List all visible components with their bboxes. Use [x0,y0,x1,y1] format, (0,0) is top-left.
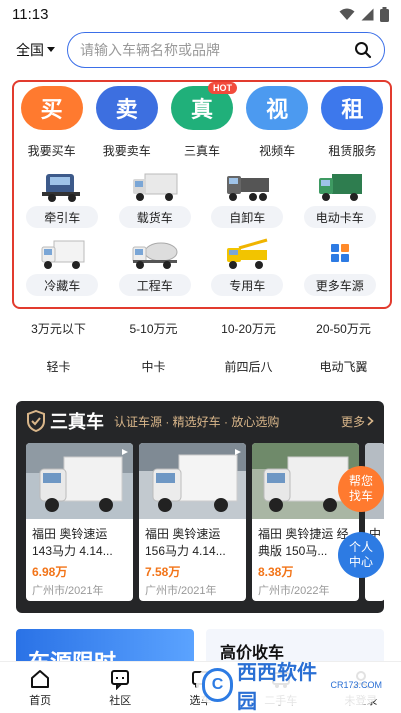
truck-type-label: 自卸车 [211,206,284,228]
truck-type-more[interactable]: 更多车源 [294,238,387,296]
tab-community[interactable]: 社区 [80,662,160,713]
tab-label: 首页 [29,694,52,707]
find-car-float-button[interactable]: 帮您找车 [338,466,384,512]
search-input[interactable] [80,42,354,58]
chevron-right-icon [367,416,374,426]
vehicle-meta: 广州市/2022年 [258,585,330,597]
entry-label: 视频车 [259,144,296,158]
hot-badge: HOT [207,82,237,94]
personal-center-label: 个人中心 [348,540,373,569]
truck-photo [26,443,133,519]
wifi-icon [339,8,355,20]
entry-label: 我要买车 [27,144,76,158]
status-bar: 11:13 [0,0,401,28]
watermark-text: 西西软件园 [237,662,318,713]
truck-type-label: 牵引车 [26,206,99,228]
truck-type-cargo[interactable]: 载货车 [109,170,202,228]
vehicle-card[interactable]: 福田 奥铃速运 156马力 4.14... 7.58万 广州市/2021年 [139,443,246,601]
more-label: 更多 [340,414,365,429]
sanzhen-header: 三真车 认证车源 · 精选好车 · 放心选购 更多 [16,401,384,441]
vehicle-title: 福田 奥铃速运 156马力 4.14... [145,527,226,558]
tab-home[interactable]: 首页 [0,662,80,713]
watermark-logo: C [202,668,234,702]
truck-type-special[interactable]: 专用车 [201,238,294,296]
vehicle-card[interactable]: 福田 奥铃速运 143马力 4.14... 6.98万 广州市/2021年 [26,443,133,601]
filter-chip[interactable]: 前四后八 [206,352,291,380]
entry-label: 三真车 [183,144,220,158]
truck-type-engineering[interactable]: 工程车 [109,238,202,296]
truck-type-grid: 牵引车 载货车 自卸车 电动卡车 冷藏车 工程车 专用车 更多车源 [16,170,386,296]
truck-type-label: 载货车 [118,206,191,228]
truck-type-dump[interactable]: 自卸车 [201,170,294,228]
filter-chip[interactable]: 电动飞翼 [301,352,386,380]
truck-photo [139,443,246,519]
search-bar[interactable] [67,32,385,68]
truck-type-tractor[interactable]: 牵引车 [16,170,109,228]
shield-check-icon [27,410,45,432]
truck-type-label: 工程车 [118,274,191,296]
truck-type-electric[interactable]: 电动卡车 [294,170,387,228]
sanzhen-subtitle: 认证车源 · 精选好车 · 放心选购 [114,414,280,429]
caret-down-icon [47,47,55,52]
filter-chip[interactable]: 中卡 [111,352,196,380]
city-selector[interactable]: 全国 [16,40,55,60]
battery-icon [380,6,389,22]
top-bar: 全国 [0,30,401,70]
filter-chip[interactable]: 20-50万元 [301,314,386,342]
main-entry-row: 买 我要买车 卖 我要卖车 真 HOT 三真车 视 视频车 租 租赁服务 [14,82,390,159]
filter-chip[interactable]: 5-10万元 [111,314,196,342]
find-car-label: 帮您找车 [348,474,373,503]
more-grid-icon [330,244,349,262]
truck-type-label: 专用车 [211,274,284,296]
electric-truck-icon [318,174,362,201]
truck-type-label: 冷藏车 [26,274,99,296]
engineering-truck-icon [132,242,178,269]
entry-buy-car[interactable]: 买 我要买车 [17,86,87,159]
refrigerated-truck-icon [41,240,85,269]
sanzhen-panel: 三真车 认证车源 · 精选好车 · 放心选购 更多 福田 奥铃速运 143马力 … [16,401,384,613]
truck-type-label: 更多车源 [303,274,376,296]
home-icon [31,669,50,688]
filter-chip[interactable]: 10-20万元 [206,314,291,342]
truck-type-label: 电动卡车 [303,206,376,228]
quick-filters: 3万元以下 5-10万元 10-20万元 20-50万元 轻卡 中卡 前四后八 … [16,314,386,380]
video-badge: 视 [246,86,309,130]
entry-sell-car[interactable]: 卖 我要卖车 [92,86,162,159]
buy-badge: 买 [20,86,83,130]
filter-chip[interactable]: 轻卡 [16,352,101,380]
watermark-subtext: CR173.COM [330,680,382,690]
vehicle-meta: 广州市/2021年 [145,585,217,597]
search-icon[interactable] [354,41,372,59]
filter-chip[interactable]: 3万元以下 [16,314,101,342]
personal-center-float-button[interactable]: 个人中心 [338,532,384,578]
sell-badge: 卖 [95,86,158,130]
vehicle-card[interactable]: 福田 奥铃捷运 经典版 150马... 8.38万 广州市/2022年 [252,443,359,601]
site-watermark: C 西西软件园 CR173.COM [196,662,382,713]
truck-type-refrigerated[interactable]: 冷藏车 [16,238,109,296]
tractor-truck-icon [42,174,81,202]
vehicle-price: 6.98万 [32,565,68,579]
sanzhen-badge: 真 HOT [170,82,237,130]
city-label: 全国 [16,42,44,58]
tab-label: 社区 [109,694,132,707]
cargo-truck-icon [132,173,178,201]
vehicle-meta: 广州市/2021年 [32,585,104,597]
rental-badge: 租 [321,86,384,130]
status-time: 11:13 [12,5,49,23]
entry-rental[interactable]: 租 租赁服务 [317,86,387,159]
special-vehicle-icon [227,238,268,269]
sanzhen-title: 三真车 [50,412,104,432]
sanzhen-card-list: 福田 奥铃速运 143马力 4.14... 6.98万 广州市/2021年 福田… [26,443,384,601]
chat-icon [111,669,130,690]
vehicle-price: 7.58万 [145,565,181,579]
signal-icon [361,8,374,20]
entry-sanzhen-car[interactable]: 真 HOT 三真车 [167,82,237,159]
dump-truck-icon [227,176,270,201]
entry-label: 租赁服务 [328,144,377,158]
entry-video-car[interactable]: 视 视频车 [242,86,312,159]
sanzhen-more-link[interactable]: 更多 [341,413,374,430]
vehicle-title: 福田 奥铃速运 143马力 4.14... [32,527,113,558]
entry-label: 我要卖车 [102,144,151,158]
